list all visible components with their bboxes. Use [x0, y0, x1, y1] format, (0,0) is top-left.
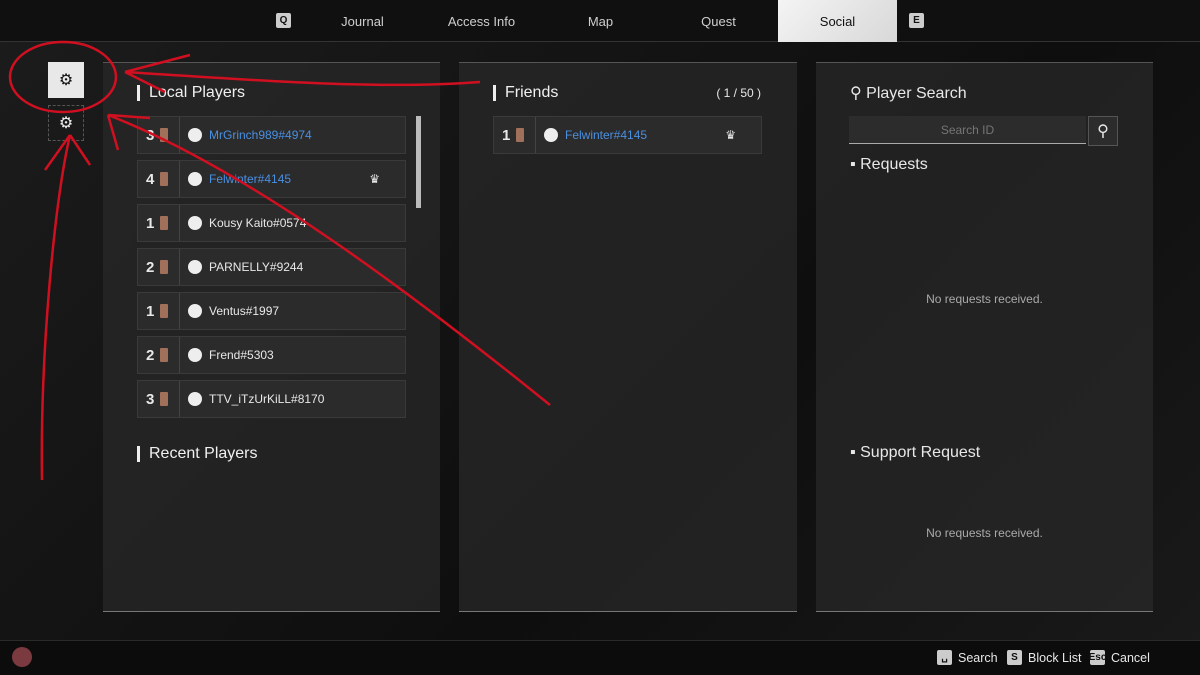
annotation-arrow-top [124, 53, 481, 94]
red-annotation [8, 40, 551, 481]
annotation-arrow-up [40, 134, 92, 481]
annotation-arrow-diag [106, 113, 551, 406]
annotation-circle [8, 40, 118, 114]
